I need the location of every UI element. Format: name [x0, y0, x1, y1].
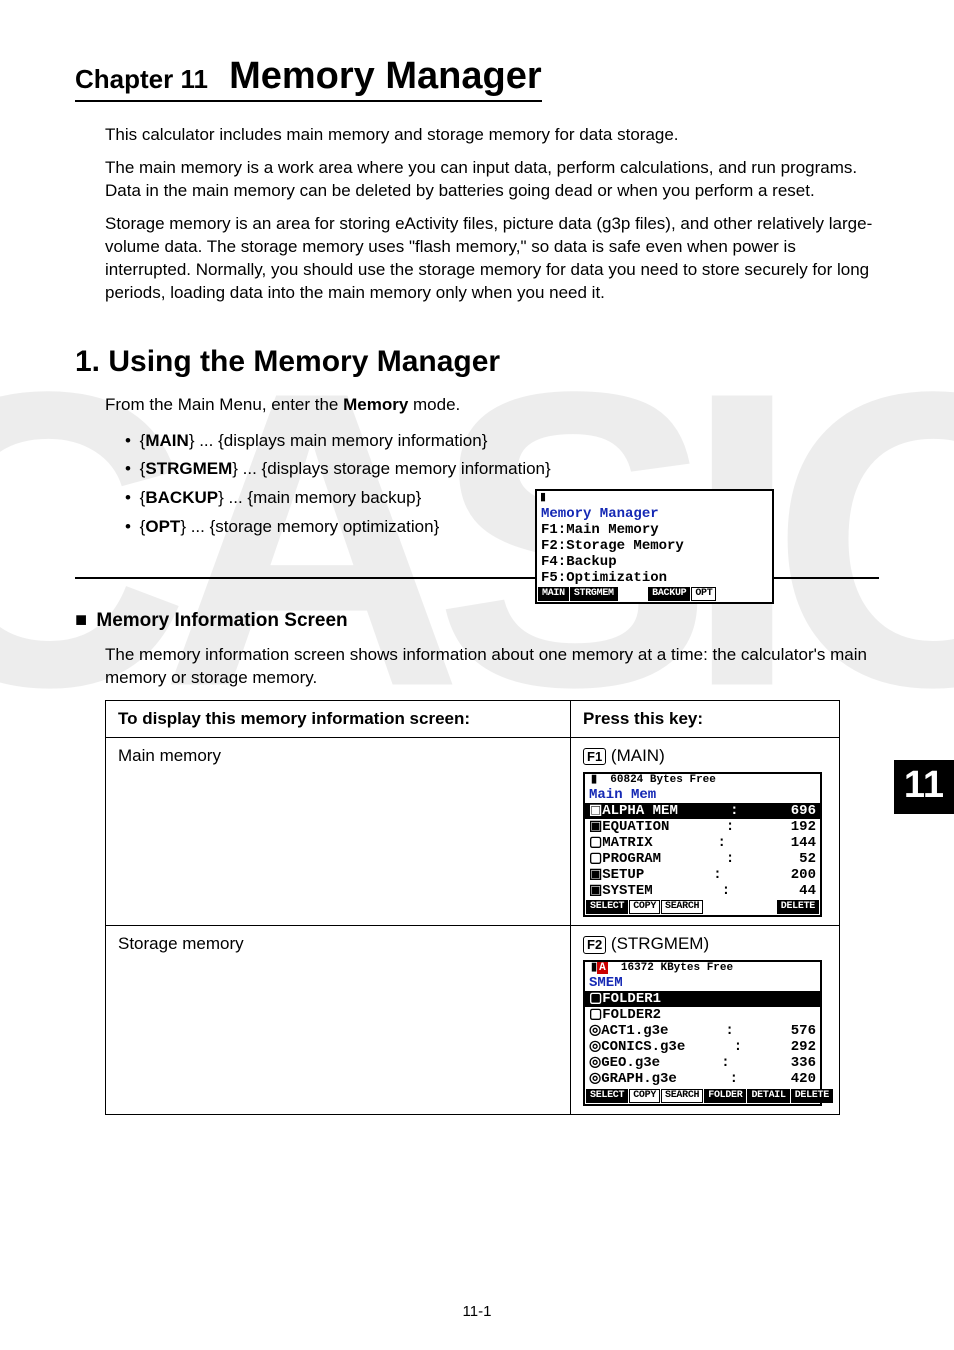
page-number: 11-1 — [0, 1303, 954, 1320]
subsection-desc: The memory information screen shows info… — [105, 644, 879, 690]
intro-paragraph-3: Storage memory is an area for storing eA… — [105, 213, 879, 305]
calc-line: F1:Main Memory — [537, 522, 772, 538]
table-header: To display this memory information scree… — [106, 700, 571, 737]
intro-paragraph-1: This calculator includes main memory and… — [105, 124, 879, 147]
memory-info-table: To display this memory information scree… — [105, 700, 840, 1115]
f2-key-icon: F2 — [583, 936, 606, 954]
square-bullet-icon: ■ — [75, 609, 87, 631]
calc-line: F4:Backup — [537, 554, 772, 570]
table-row: Storage memory F2 (STRGMEM) ▮A 16372 KBy… — [106, 926, 840, 1114]
f1-key-icon: F1 — [583, 748, 606, 766]
table-row: Main memory F1 (MAIN) ▮ 60824 Bytes Free… — [106, 737, 840, 925]
alpha-icon: A — [597, 962, 608, 974]
subsection-title: ■ Memory Information Screen — [75, 609, 879, 632]
menu-item: • {MAIN} ... {displays main memory infor… — [125, 427, 879, 456]
chapter-tab: 11 — [894, 760, 954, 814]
calc-screenshot-main-mem: ▮ 60824 Bytes Free Main Mem ▣ALPHA MEM:6… — [583, 772, 822, 917]
calc-screenshot-storage-mem: ▮A 16372 KBytes Free SMEM ▢FOLDER1 ▢FOLD… — [583, 960, 822, 1105]
calc-screenshot-memory-manager: ▮ Memory Manager F1:Main Memory F2:Stora… — [535, 485, 774, 604]
chapter-title: Chapter 11 Memory Manager — [75, 55, 542, 102]
table-cell: Storage memory — [106, 926, 571, 1114]
table-cell: Main memory — [106, 737, 571, 925]
section-lead: From the Main Menu, enter the Memory mod… — [105, 394, 879, 417]
calc-line: F5:Optimization — [537, 570, 772, 586]
intro-paragraph-2: The main memory is a work area where you… — [105, 157, 879, 203]
calc-title: Memory Manager — [537, 506, 772, 522]
calc-line: F2:Storage Memory — [537, 538, 772, 554]
battery-icon: ▮ — [591, 774, 597, 786]
calc-softkeys: MAIN STRGMEM X X BACKUP OPT — [537, 586, 772, 602]
battery-icon: ▮ — [537, 491, 772, 506]
section-title: 1. Using the Memory Manager — [75, 345, 879, 379]
table-cell: F2 (STRGMEM) ▮A 16372 KBytes Free SMEM ▢… — [571, 926, 840, 1114]
table-header: Press this key: — [571, 700, 840, 737]
menu-item: • {STRGMEM} ... {displays storage memory… — [125, 455, 879, 484]
chapter-prefix: Chapter 11 — [75, 64, 208, 94]
chapter-name: Memory Manager — [229, 55, 542, 97]
table-cell: F1 (MAIN) ▮ 60824 Bytes Free Main Mem ▣A… — [571, 737, 840, 925]
